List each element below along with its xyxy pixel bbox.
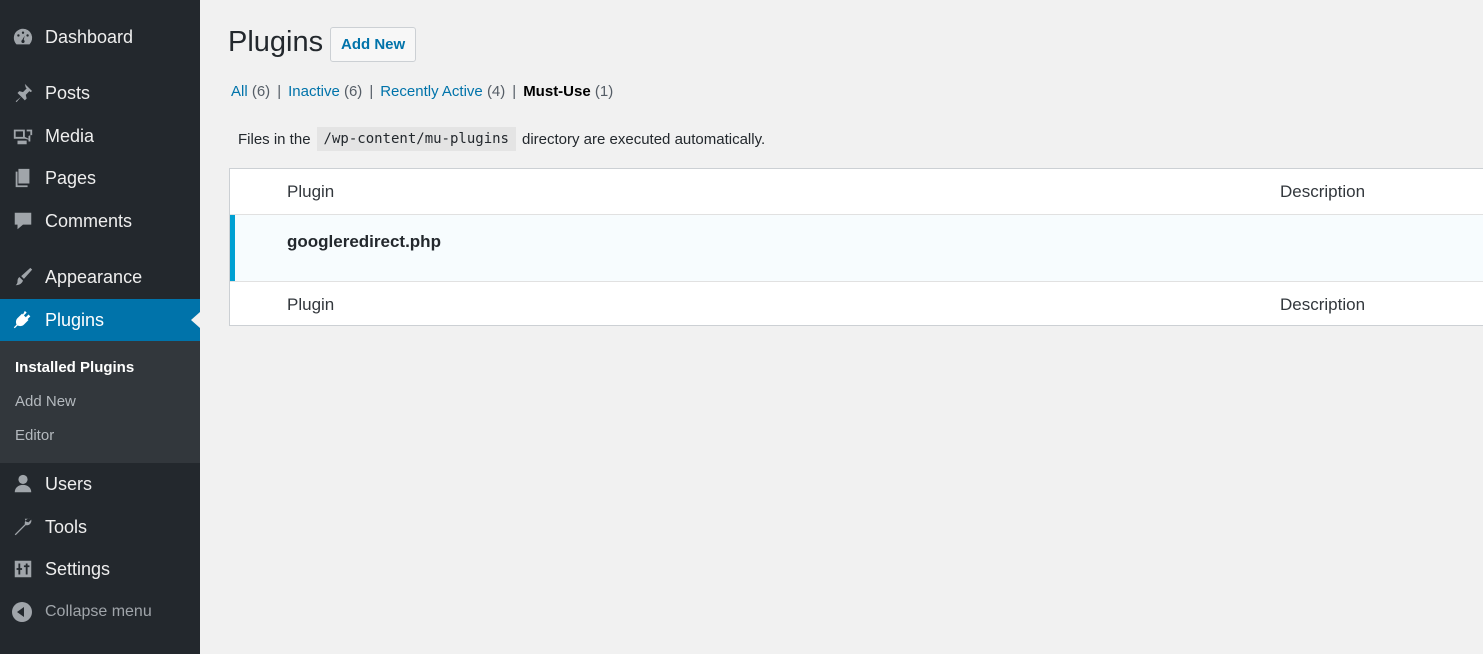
menu-item-pages[interactable]: Pages	[0, 157, 200, 199]
menu-label: Dashboard	[45, 26, 134, 47]
add-new-plugin-button[interactable]: Add New	[330, 27, 417, 62]
table-footer: Plugin Description	[230, 281, 1483, 327]
menu-label: Media	[45, 125, 95, 146]
user-icon	[11, 472, 35, 496]
column-footer-plugin: Plugin	[287, 295, 335, 314]
page-title: Plugins	[228, 26, 324, 58]
current-menu-arrow	[191, 312, 200, 328]
submenu-installed-plugins[interactable]: Installed Plugins	[15, 359, 134, 376]
filter-label: All	[231, 83, 248, 100]
menu-label: Appearance	[45, 266, 143, 287]
filter-count: (6)	[251, 83, 271, 100]
menu-item-plugins[interactable]: Plugins	[0, 299, 200, 341]
column-footer-description: Description	[1280, 295, 1366, 314]
collapse-arrow-icon	[12, 602, 32, 622]
collapse-menu-button[interactable]: Collapse menu	[0, 592, 200, 632]
menu-label: Plugins	[45, 309, 105, 330]
submenu-editor[interactable]: Editor	[15, 427, 54, 444]
mu-plugins-path: /wp-content/mu-plugins	[316, 127, 516, 151]
menu-label: Users	[45, 473, 93, 494]
notice-text-after: directory are executed automatically.	[521, 130, 766, 148]
submenu-add-new[interactable]: Add New	[15, 393, 76, 410]
plug-icon	[11, 308, 35, 332]
pin-icon	[11, 81, 35, 105]
filter-must-use-current[interactable]: Must-Use	[523, 83, 591, 100]
table-row: googleredirect.php	[230, 215, 1483, 281]
filter-all-link[interactable]: All	[231, 83, 248, 100]
separator: |	[512, 83, 517, 100]
collapse-menu-label: Collapse menu	[45, 603, 152, 620]
menu-item-dashboard[interactable]: Dashboard	[0, 16, 200, 58]
filter-label: Recently Active	[380, 83, 483, 100]
menu-item-comments[interactable]: Comments	[0, 200, 200, 242]
mu-plugins-notice: Files in the /wp-content/mu-plugins dire…	[238, 127, 765, 151]
wrench-icon	[11, 515, 35, 539]
filter-count: (1)	[594, 83, 614, 100]
pages-icon	[11, 166, 35, 190]
media-icon	[11, 124, 35, 148]
menu-label: Posts	[45, 82, 91, 103]
menu-item-users[interactable]: Users	[0, 463, 200, 505]
menu-label: Comments	[45, 210, 133, 231]
sliders-icon	[11, 557, 35, 581]
separator: |	[369, 83, 374, 100]
brush-icon	[11, 265, 35, 289]
filter-inactive-link[interactable]: Inactive	[288, 83, 340, 100]
dashboard-icon	[11, 25, 35, 49]
admin-sidebar: Dashboard Posts Media Pages Comments App…	[0, 0, 200, 654]
plugin-status-filters: All (6) | Inactive (6) | Recently Active (4)…	[231, 83, 613, 100]
filter-label: Inactive	[288, 83, 340, 100]
column-header-description: Description	[1280, 182, 1366, 201]
column-header-plugin: Plugin	[287, 182, 335, 201]
plugin-name: googleredirect.php	[287, 232, 441, 251]
menu-item-tools[interactable]: Tools	[0, 506, 200, 548]
menu-item-settings[interactable]: Settings	[0, 548, 200, 590]
active-row-indicator	[230, 215, 235, 281]
separator: |	[277, 83, 282, 100]
menu-item-posts[interactable]: Posts	[0, 72, 200, 114]
filter-count: (6)	[343, 83, 363, 100]
menu-label: Pages	[45, 167, 97, 188]
plugins-table: Plugin Description googleredirect.php Pl…	[229, 168, 1483, 326]
table-header: Plugin Description	[230, 169, 1483, 215]
menu-item-media[interactable]: Media	[0, 115, 200, 157]
filter-recently-active-link[interactable]: Recently Active	[380, 83, 483, 100]
menu-label: Settings	[45, 558, 111, 579]
plugins-submenu: Installed Plugins Add New Editor	[0, 341, 200, 463]
notice-text-before: Files in the	[238, 130, 311, 148]
comment-icon	[11, 209, 35, 233]
filter-count: (4)	[486, 83, 506, 100]
menu-label: Tools	[45, 516, 88, 537]
menu-item-appearance[interactable]: Appearance	[0, 256, 200, 298]
